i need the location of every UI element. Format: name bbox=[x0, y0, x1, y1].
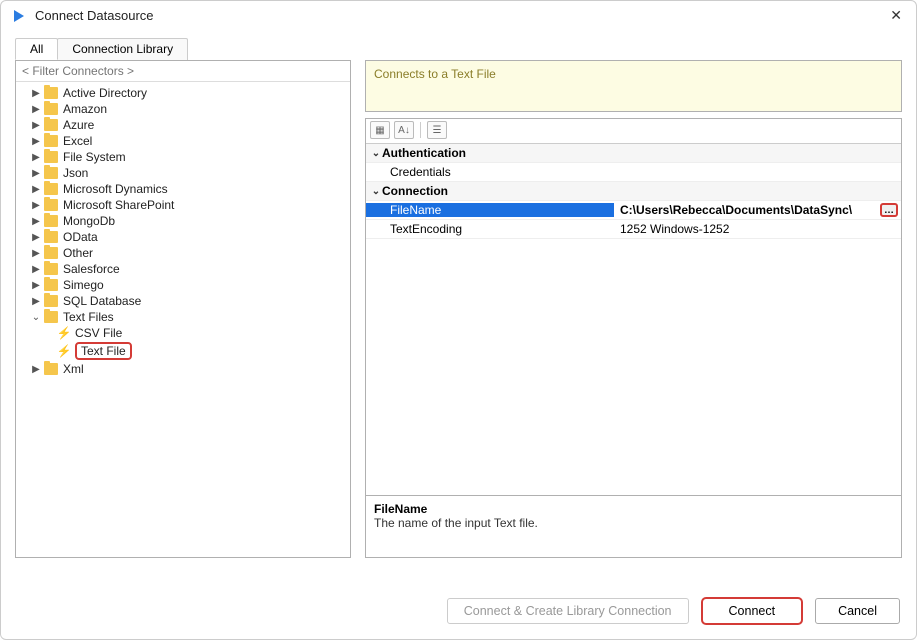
folder-icon bbox=[44, 135, 58, 147]
tree-folder[interactable]: ▶Xml bbox=[16, 361, 350, 377]
chevron-right-icon[interactable]: ▶ bbox=[30, 364, 42, 375]
folder-icon bbox=[44, 199, 58, 211]
chevron-down-icon[interactable]: ⌄ bbox=[370, 186, 382, 197]
pg-row-textencoding[interactable]: TextEncoding1252 Windows-1252 bbox=[366, 220, 901, 239]
folder-icon bbox=[44, 151, 58, 163]
folder-icon bbox=[44, 363, 58, 375]
chevron-right-icon[interactable]: ▶ bbox=[30, 104, 42, 115]
properties-pages-icon[interactable]: ☰ bbox=[427, 121, 447, 139]
connectors-tree[interactable]: ▶Active Directory ▶Amazon ▶Azure ▶Excel … bbox=[16, 82, 350, 557]
folder-icon bbox=[44, 215, 58, 227]
filename-value: C:\Users\Rebecca\Documents\DataSync\pro bbox=[620, 203, 852, 217]
chevron-right-icon[interactable]: ▶ bbox=[30, 136, 42, 147]
pg-category-authentication[interactable]: ⌄Authentication bbox=[366, 144, 901, 163]
folder-icon bbox=[44, 87, 58, 99]
connect-button[interactable]: Connect bbox=[701, 597, 804, 625]
tree-folder[interactable]: ▶Json bbox=[16, 165, 350, 181]
tree-folder[interactable]: ▶Active Directory bbox=[16, 85, 350, 101]
tree-folder[interactable]: ▶OData bbox=[16, 229, 350, 245]
property-help: FileName The name of the input Text file… bbox=[366, 495, 901, 557]
tree-folder[interactable]: ▶Other bbox=[16, 245, 350, 261]
folder-icon bbox=[44, 311, 58, 323]
tree-folder[interactable]: ▶Salesforce bbox=[16, 261, 350, 277]
sort-az-icon[interactable]: A↓ bbox=[394, 121, 414, 139]
close-icon[interactable]: ✕ bbox=[886, 7, 906, 24]
tree-folder[interactable]: ▶Simego bbox=[16, 277, 350, 293]
tree-item-csv-file[interactable]: .⚡CSV File bbox=[16, 325, 350, 341]
folder-icon bbox=[44, 103, 58, 115]
chevron-right-icon[interactable]: ▶ bbox=[30, 296, 42, 307]
chevron-right-icon[interactable]: ▶ bbox=[30, 280, 42, 291]
connectors-panel: ▶Active Directory ▶Amazon ▶Azure ▶Excel … bbox=[15, 60, 351, 558]
tree-folder[interactable]: ▶Amazon bbox=[16, 101, 350, 117]
folder-icon bbox=[44, 231, 58, 243]
categorize-icon[interactable]: ▦ bbox=[370, 121, 390, 139]
toolbar-separator bbox=[420, 122, 421, 138]
tree-folder-textfiles[interactable]: ⌄Text Files bbox=[16, 309, 350, 325]
folder-icon bbox=[44, 295, 58, 307]
chevron-right-icon[interactable]: ▶ bbox=[30, 216, 42, 227]
chevron-right-icon[interactable]: ▶ bbox=[30, 152, 42, 163]
window-title: Connect Datasource bbox=[35, 8, 886, 23]
chevron-right-icon[interactable]: ▶ bbox=[30, 184, 42, 195]
tree-folder[interactable]: ▶Microsoft SharePoint bbox=[16, 197, 350, 213]
chevron-down-icon[interactable]: ⌄ bbox=[30, 312, 42, 323]
chevron-right-icon[interactable]: ▶ bbox=[30, 168, 42, 179]
property-help-title: FileName bbox=[374, 502, 893, 516]
browse-ellipsis-button[interactable]: … bbox=[880, 203, 898, 217]
cancel-button[interactable]: Cancel bbox=[815, 598, 900, 624]
chevron-right-icon[interactable]: ▶ bbox=[30, 248, 42, 259]
chevron-right-icon[interactable]: ▶ bbox=[30, 232, 42, 243]
tree-folder[interactable]: ▶Excel bbox=[16, 133, 350, 149]
connector-icon: ⚡ bbox=[58, 345, 70, 357]
connector-icon: ⚡ bbox=[58, 327, 70, 339]
tree-folder[interactable]: ▶SQL Database bbox=[16, 293, 350, 309]
folder-icon bbox=[44, 263, 58, 275]
tabs: All Connection Library bbox=[15, 38, 916, 60]
tab-connection-library[interactable]: Connection Library bbox=[57, 38, 188, 60]
chevron-down-icon[interactable]: ⌄ bbox=[370, 148, 382, 159]
chevron-right-icon[interactable]: ▶ bbox=[30, 200, 42, 211]
folder-icon bbox=[44, 183, 58, 195]
tree-folder[interactable]: ▶File System bbox=[16, 149, 350, 165]
pg-row-credentials[interactable]: Credentials bbox=[366, 163, 901, 182]
tree-folder[interactable]: ▶Azure bbox=[16, 117, 350, 133]
pg-category-connection[interactable]: ⌄Connection bbox=[366, 182, 901, 201]
connect-create-library-button: Connect & Create Library Connection bbox=[447, 598, 689, 624]
filter-connectors-input[interactable] bbox=[16, 61, 350, 82]
property-help-text: The name of the input Text file. bbox=[374, 516, 893, 530]
folder-icon bbox=[44, 279, 58, 291]
tree-folder[interactable]: ▶Microsoft Dynamics bbox=[16, 181, 350, 197]
folder-icon bbox=[44, 247, 58, 259]
folder-icon bbox=[44, 119, 58, 131]
tree-folder[interactable]: ▶MongoDb bbox=[16, 213, 350, 229]
pg-row-filename[interactable]: FileName C:\Users\Rebecca\Documents\Data… bbox=[366, 201, 901, 220]
app-icon bbox=[11, 8, 27, 24]
chevron-right-icon[interactable]: ▶ bbox=[30, 264, 42, 275]
right-panel: Connects to a Text File ▦ A↓ ☰ ⌄Authenti… bbox=[365, 60, 902, 558]
tab-all[interactable]: All bbox=[15, 38, 58, 60]
tree-item-text-file[interactable]: .⚡Text File bbox=[16, 341, 350, 361]
connector-description: Connects to a Text File bbox=[365, 60, 902, 112]
chevron-right-icon[interactable]: ▶ bbox=[30, 88, 42, 99]
folder-icon bbox=[44, 167, 58, 179]
property-grid: ▦ A↓ ☰ ⌄Authentication Credentials ⌄Conn… bbox=[365, 118, 902, 558]
chevron-right-icon[interactable]: ▶ bbox=[30, 120, 42, 131]
